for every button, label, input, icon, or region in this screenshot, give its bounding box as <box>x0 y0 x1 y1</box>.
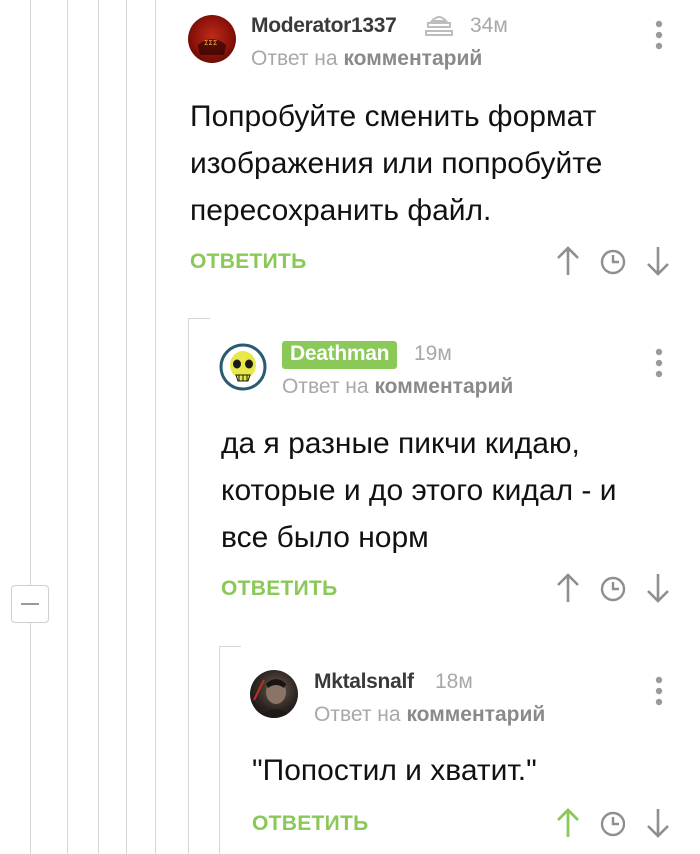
reply-button[interactable]: ОТВЕТИТЬ <box>252 812 369 836</box>
comment-text: "Попостил и хватит." <box>252 754 537 787</box>
thread-line <box>219 646 220 854</box>
thread-line <box>30 0 31 854</box>
avatar[interactable] <box>219 343 267 391</box>
downvote-icon[interactable] <box>645 245 671 282</box>
comment-text: да я разные пикчи кидаю, которые и до эт… <box>221 427 617 554</box>
downvote-icon[interactable] <box>645 807 671 844</box>
more-options-icon[interactable] <box>654 676 664 710</box>
thread-line <box>67 0 68 854</box>
parent-comment-link[interactable]: комментарий <box>406 703 545 726</box>
svg-text:ΣΣΣ: ΣΣΣ <box>204 39 217 47</box>
thread-line <box>155 0 156 854</box>
clock-icon[interactable] <box>599 248 627 281</box>
thread-line <box>188 318 189 854</box>
username[interactable]: Deathman <box>282 341 398 369</box>
more-options-icon[interactable] <box>654 348 664 382</box>
thread-line <box>126 0 127 854</box>
clock-icon[interactable] <box>599 575 627 608</box>
thread-connector <box>188 318 210 319</box>
moderator-icon <box>424 13 454 44</box>
clock-icon[interactable] <box>599 810 627 843</box>
collapse-thread-button[interactable] <box>11 585 49 623</box>
reply-to: Ответ на комментарий <box>314 703 545 727</box>
thread-connector <box>219 646 241 647</box>
comment-text: Попробуйте сменить формат изображения ил… <box>190 100 603 227</box>
reply-button[interactable]: ОТВЕТИТЬ <box>221 577 338 601</box>
comment-time: 34м <box>470 14 508 37</box>
parent-comment-link[interactable]: комментарий <box>343 47 482 70</box>
reply-to-prefix: Ответ на <box>314 703 401 726</box>
upvote-icon[interactable] <box>555 245 581 282</box>
comment-time: 18м <box>435 670 473 693</box>
avatar[interactable] <box>250 670 298 718</box>
username[interactable]: Mktalsnalf <box>314 670 414 694</box>
downvote-icon[interactable] <box>645 572 671 609</box>
reply-to-prefix: Ответ на <box>251 47 338 70</box>
upvote-icon[interactable] <box>555 572 581 609</box>
reply-button[interactable]: ОТВЕТИТЬ <box>190 250 307 274</box>
reply-to: Ответ на комментарий <box>251 47 482 71</box>
avatar[interactable]: ΣΣΣ <box>188 15 236 63</box>
reply-to: Ответ на комментарий <box>282 375 513 399</box>
comment-time: 19м <box>414 342 452 365</box>
username[interactable]: Moderator1337 <box>251 14 397 38</box>
thread-line <box>98 0 99 854</box>
more-options-icon[interactable] <box>654 20 664 54</box>
parent-comment-link[interactable]: комментарий <box>374 375 513 398</box>
upvote-icon[interactable] <box>555 807 581 844</box>
reply-to-prefix: Ответ на <box>282 375 369 398</box>
